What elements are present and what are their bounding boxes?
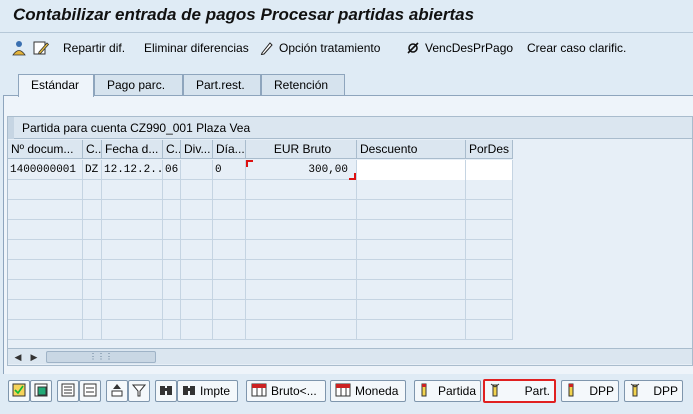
dpp-label-1: DPP — [589, 384, 614, 398]
pen-item-icon — [419, 383, 429, 400]
select-all-icon — [12, 383, 26, 400]
null-icon — [405, 40, 421, 56]
find-button[interactable] — [155, 380, 177, 402]
activate-items-icon — [61, 383, 75, 400]
deactivate-items-icon — [83, 383, 97, 400]
opcion-tratamiento-button[interactable]: Opción tratamiento — [259, 39, 380, 57]
cell-num-documento: 1400000001 — [8, 160, 83, 180]
column-header-division[interactable]: Div... — [181, 140, 213, 159]
horizontal-scrollbar[interactable]: ◀ ▶ ⋮⋮⋮ — [8, 348, 692, 364]
grid-body: 1400000001 DZ 12.12.2... 06 0 300,00 — [8, 160, 513, 340]
partida-label: Partida — [437, 384, 476, 398]
sort-button[interactable] — [106, 380, 128, 402]
tab-strip: Estándar Pago parc. Part.rest. Retención — [0, 74, 693, 97]
scroll-right-icon[interactable]: ▶ — [28, 351, 40, 363]
part-button[interactable]: Part. — [483, 379, 556, 403]
column-header-clave[interactable]: C... — [163, 140, 181, 159]
cell-clase: DZ — [83, 160, 102, 180]
column-header-descuento[interactable]: Descuento — [357, 140, 466, 159]
tab-pago-parc[interactable]: Pago parc. — [94, 74, 183, 96]
column-header-dias[interactable]: Día... — [213, 140, 246, 159]
eliminar-diferencias-label: Eliminar diferencias — [144, 41, 249, 55]
filter-icon — [131, 383, 147, 400]
select-all-button[interactable] — [8, 380, 30, 402]
binoculars-icon — [159, 383, 173, 400]
partida-button[interactable]: Partida — [414, 380, 481, 402]
impte-button[interactable]: Impte — [177, 380, 238, 402]
cell-clave: 06 — [163, 160, 181, 180]
table-row — [8, 260, 513, 280]
cell-descuento-input[interactable] — [357, 160, 466, 180]
crear-caso-clarific-label: Crear caso clarific. — [527, 41, 627, 55]
filter-button[interactable] — [128, 380, 150, 402]
part-label: Part. — [524, 384, 550, 398]
pen-item-icon — [629, 383, 641, 400]
vencdesprpago-button[interactable]: VencDesPrPago — [405, 39, 513, 57]
repartir-dif-button[interactable]: Repartir dif. — [63, 39, 125, 57]
deactivate-items-button[interactable] — [79, 380, 101, 402]
user-distribute-icon — [11, 40, 27, 56]
title-bar: Contabilizar entrada de pagos Procesar p… — [0, 0, 693, 32]
cell-division — [181, 160, 213, 180]
distribute-user-button[interactable] — [11, 39, 27, 57]
select-block-icon — [34, 383, 48, 400]
select-block-button[interactable] — [30, 380, 52, 402]
sort-grid-icon — [335, 383, 351, 400]
title-divider — [0, 32, 693, 33]
cell-pordes-input[interactable] — [466, 160, 513, 180]
table-row — [8, 200, 513, 220]
edit-icon — [33, 40, 49, 56]
tab-estandar[interactable]: Estándar — [18, 74, 94, 97]
table-row[interactable]: 1400000001 DZ 12.12.2... 06 0 300,00 — [8, 160, 513, 180]
scroll-left-icon[interactable]: ◀ — [12, 351, 24, 363]
column-header-clase[interactable]: C... — [83, 140, 102, 159]
edit-button[interactable] — [33, 39, 49, 57]
column-header-fecha[interactable]: Fecha d... — [102, 140, 163, 159]
table-row — [8, 240, 513, 260]
cell-fecha: 12.12.2... — [102, 160, 163, 180]
tab-part-rest[interactable]: Part.rest. — [183, 74, 261, 96]
pen-item-icon — [489, 383, 501, 400]
sort-icon — [110, 383, 124, 400]
table-row — [8, 180, 513, 200]
dpp-button-2[interactable]: DPP — [624, 380, 683, 402]
grid-toolbar: Impte Bruto<... Moneda Partida Part. DPP… — [0, 379, 693, 406]
table-row — [8, 320, 513, 340]
scrollbar-thumb[interactable]: ⋮⋮⋮ — [46, 351, 156, 363]
sort-grid-icon — [251, 383, 267, 400]
opcion-tratamiento-label: Opción tratamiento — [279, 41, 381, 55]
vencdesprpago-label: VencDesPrPago — [425, 41, 514, 55]
dpp-label-2: DPP — [653, 384, 678, 398]
crear-caso-clarific-button[interactable]: Crear caso clarific. — [527, 39, 626, 57]
table-row — [8, 300, 513, 320]
column-header-num-documento[interactable]: Nº docum... — [8, 140, 83, 159]
table-row — [8, 220, 513, 240]
binoculars-icon — [182, 383, 196, 400]
application-toolbar: Repartir dif. Eliminar diferencias Opció… — [0, 35, 693, 61]
grid-title: Partida para cuenta CZ990_001 Plaza Vea — [8, 117, 692, 139]
pen-item-icon — [566, 383, 576, 400]
cell-eur-bruto[interactable]: 300,00 — [246, 160, 357, 180]
column-header-eur-bruto[interactable]: EUR Bruto — [246, 140, 357, 159]
eliminar-diferencias-button[interactable]: Eliminar diferencias — [144, 39, 249, 57]
tab-retencion[interactable]: Retención — [261, 74, 345, 96]
grid-header: Nº docum... C... Fecha d... C... Div... … — [8, 140, 513, 159]
table-row — [8, 280, 513, 300]
dpp-button-1[interactable]: DPP — [561, 380, 619, 402]
repartir-dif-label: Repartir dif. — [63, 41, 126, 55]
window-title: Contabilizar entrada de pagos Procesar p… — [13, 5, 475, 24]
column-header-pordes[interactable]: PorDes — [466, 140, 513, 159]
pencil-icon — [259, 40, 275, 56]
activate-items-button[interactable] — [57, 380, 79, 402]
bruto-sort-label: Bruto<... — [271, 384, 317, 398]
moneda-label: Moneda — [355, 384, 399, 398]
moneda-button[interactable]: Moneda — [330, 380, 406, 402]
open-items-grid: Partida para cuenta CZ990_001 Plaza Vea … — [7, 116, 693, 366]
cell-dias: 0 — [213, 160, 246, 180]
bruto-sort-button[interactable]: Bruto<... — [246, 380, 326, 402]
impte-label: Impte — [200, 384, 231, 398]
